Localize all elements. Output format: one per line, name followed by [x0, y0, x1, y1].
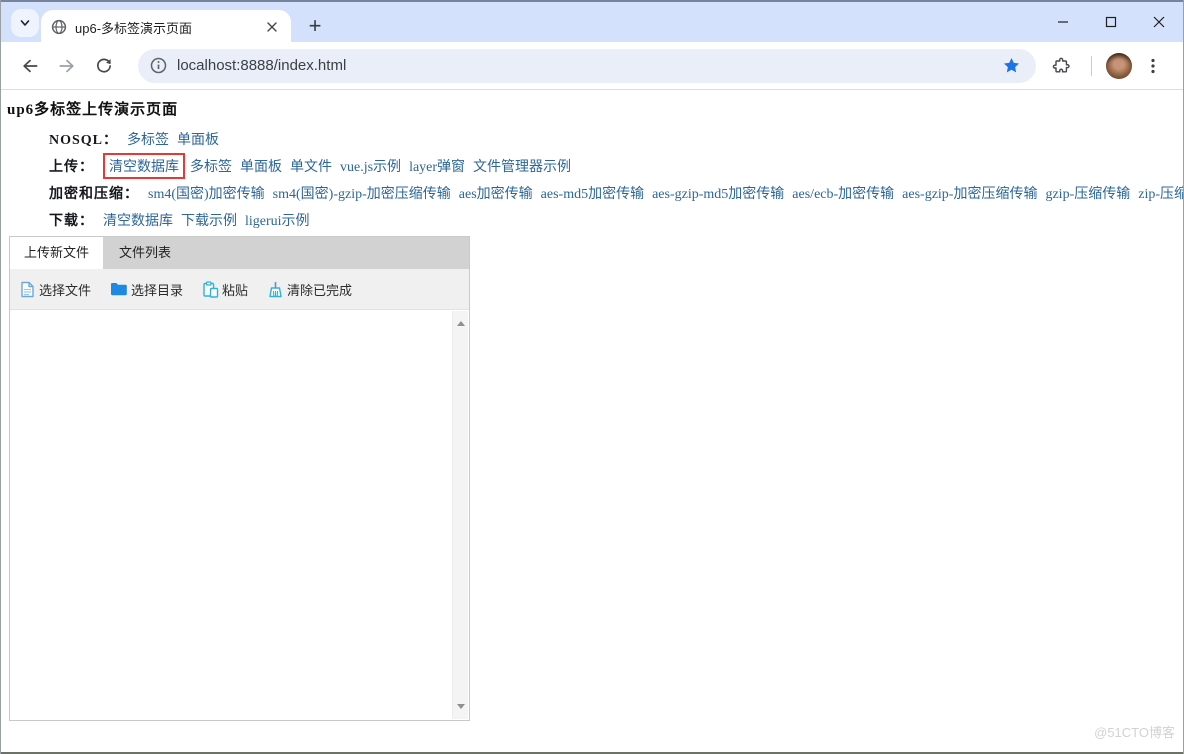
upload-panel-tabs: 上传新文件 文件列表 [10, 237, 469, 269]
toolbar-divider [1091, 56, 1092, 76]
link-enc-sm4-gzip[interactable]: sm4(国密)-gzip-加密压缩传输 [273, 183, 451, 203]
clean-icon [267, 281, 284, 298]
link-dl-ligerui[interactable]: ligerui示例 [245, 210, 310, 230]
select-folder-label: 选择目录 [131, 280, 183, 299]
address-bar[interactable]: localhost:8888/index.html [138, 49, 1036, 83]
page-content: up6多标签上传演示页面 NOSQL： 多标签 单面板 上传： 清空数据库 多标… [1, 90, 1183, 751]
browser-tab[interactable]: up6-多标签演示页面 [41, 10, 291, 44]
browser-toolbar: localhost:8888/index.html [1, 42, 1183, 90]
new-tab-button[interactable]: + [301, 12, 329, 40]
star-icon[interactable] [998, 53, 1024, 79]
clear-completed-label: 清除已完成 [287, 280, 352, 299]
link-dl-cleardb[interactable]: 清空数据库 [103, 210, 173, 230]
browser-window: up6-多标签演示页面 + [0, 0, 1184, 754]
select-folder-button[interactable]: 选择目录 [110, 280, 183, 299]
chevron-down-icon [19, 17, 31, 29]
row-upload: 上传： 清空数据库 多标签 单面板 单文件 vue.js示例 layer弹窗 文… [49, 152, 1183, 179]
reload-button[interactable] [89, 51, 119, 81]
link-enc-zip[interactable]: zip-压缩传输 [1138, 183, 1183, 203]
tab-close-button[interactable] [263, 18, 281, 36]
clear-completed-button[interactable]: 清除已完成 [267, 280, 352, 299]
window-controls [1039, 2, 1183, 42]
link-nosql-multitab[interactable]: 多标签 [127, 129, 169, 149]
puzzle-icon [1051, 56, 1071, 76]
link-nosql-singlepanel[interactable]: 单面板 [177, 129, 219, 149]
row-label: 上传： [49, 156, 94, 176]
browser-tab-strip: up6-多标签演示页面 + [1, 0, 1183, 42]
paste-label: 粘贴 [222, 280, 248, 299]
upload-panel: 上传新文件 文件列表 选择文件 [9, 236, 470, 721]
paste-icon [202, 281, 219, 298]
page-title: up6多标签上传演示页面 [1, 90, 1183, 121]
forward-button[interactable] [52, 51, 82, 81]
link-upload-multitab[interactable]: 多标签 [190, 156, 232, 176]
vertical-scrollbar[interactable] [452, 311, 468, 719]
paste-button[interactable]: 粘贴 [202, 280, 248, 299]
link-upload-layer[interactable]: layer弹窗 [409, 156, 465, 176]
row-label: NOSQL： [49, 129, 118, 149]
tab-title: up6-多标签演示页面 [75, 18, 263, 37]
profile-avatar[interactable] [1106, 53, 1132, 79]
upload-panel-toolbar: 选择文件 选择目录 [10, 269, 469, 309]
back-button[interactable] [15, 51, 45, 81]
select-file-button[interactable]: 选择文件 [19, 280, 91, 299]
folder-icon [110, 281, 128, 297]
file-icon [19, 281, 36, 298]
row-nosql: NOSQL： 多标签 单面板 [49, 125, 1183, 152]
window-close-button[interactable] [1135, 2, 1183, 42]
url-text[interactable]: localhost:8888/index.html [177, 57, 998, 74]
tab-upload-new-file[interactable]: 上传新文件 [10, 237, 103, 269]
link-upload-vuejs[interactable]: vue.js示例 [340, 156, 401, 176]
link-enc-aes-gzip[interactable]: aes-gzip-加密压缩传输 [902, 183, 1037, 203]
link-dl-demo[interactable]: 下载示例 [181, 210, 237, 230]
info-icon[interactable] [150, 57, 167, 74]
link-upload-singlefile[interactable]: 单文件 [290, 156, 332, 176]
select-file-label: 选择文件 [39, 280, 91, 299]
menu-button[interactable] [1138, 51, 1168, 81]
link-upload-singlepanel[interactable]: 单面板 [240, 156, 282, 176]
link-enc-sm4[interactable]: sm4(国密)加密传输 [148, 183, 265, 203]
tab-search-button[interactable] [11, 9, 39, 37]
link-upload-cleardb[interactable]: 清空数据库 [103, 153, 185, 179]
scroll-down-arrow-icon[interactable] [457, 704, 465, 709]
tab-file-list[interactable]: 文件列表 [103, 237, 187, 269]
row-encryption: 加密和压缩： sm4(国密)加密传输 sm4(国密)-gzip-加密压缩传输 a… [49, 179, 1183, 206]
link-enc-gzip[interactable]: gzip-压缩传输 [1045, 183, 1130, 203]
link-enc-aes-ecb[interactable]: aes/ecb-加密传输 [792, 183, 894, 203]
row-label: 加密和压缩： [49, 183, 139, 203]
link-enc-aes-gzip-md5[interactable]: aes-gzip-md5加密传输 [652, 183, 784, 203]
kebab-icon [1144, 57, 1162, 75]
minimize-button[interactable] [1039, 2, 1087, 42]
scroll-up-arrow-icon[interactable] [457, 321, 465, 326]
link-enc-aes-md5[interactable]: aes-md5加密传输 [541, 183, 644, 203]
watermark: @51CTO博客 [1094, 722, 1175, 741]
row-label: 下载： [49, 210, 94, 230]
extensions-button[interactable] [1046, 51, 1076, 81]
maximize-button[interactable] [1087, 2, 1135, 42]
toolbar-right-cluster [1046, 51, 1175, 81]
row-download: 下载： 清空数据库 下载示例 ligerui示例 [49, 206, 1183, 233]
link-enc-aes[interactable]: aes加密传输 [459, 183, 533, 203]
demo-link-rows: NOSQL： 多标签 单面板 上传： 清空数据库 多标签 单面板 单文件 vue… [1, 121, 1183, 233]
link-upload-filemanager[interactable]: 文件管理器示例 [473, 156, 571, 176]
upload-list-area [10, 309, 469, 720]
globe-icon [51, 19, 67, 35]
